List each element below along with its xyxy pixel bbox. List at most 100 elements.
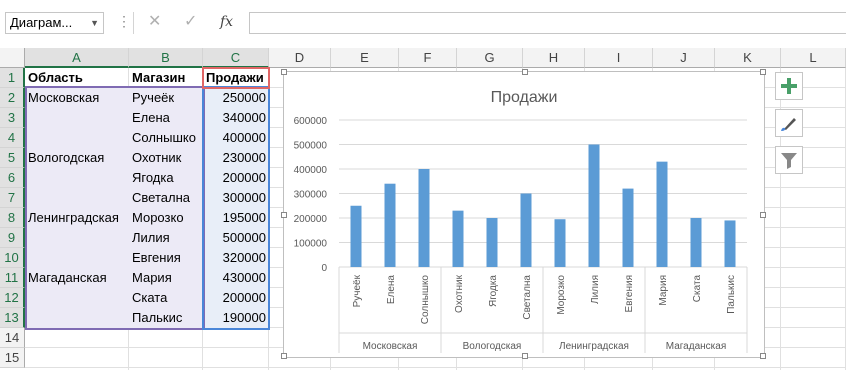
table-cell[interactable] — [25, 288, 129, 308]
table-cell[interactable]: 340000 — [203, 108, 269, 128]
table-cell[interactable]: 250000 — [203, 88, 269, 108]
header-cell[interactable]: Область — [25, 68, 129, 88]
table-cell[interactable]: Ягодка — [129, 168, 203, 188]
table-cell[interactable]: Елена — [129, 108, 203, 128]
column-header[interactable]: E — [331, 48, 399, 68]
column-header[interactable]: K — [715, 48, 781, 68]
table-cell[interactable]: 300000 — [203, 188, 269, 208]
table-cell[interactable]: 430000 — [203, 268, 269, 288]
table-cell[interactable]: Охотник — [129, 148, 203, 168]
chart-elements-button[interactable] — [775, 72, 803, 100]
resize-handle[interactable] — [760, 212, 766, 218]
table-cell[interactable]: 320000 — [203, 248, 269, 268]
resize-handle[interactable] — [760, 353, 766, 359]
table-cell[interactable]: Мария — [129, 268, 203, 288]
column-header[interactable]: I — [585, 48, 653, 68]
resize-handle[interactable] — [522, 69, 528, 75]
row-header[interactable]: 1 — [0, 68, 25, 88]
table-cell[interactable] — [25, 108, 129, 128]
y-tick-label: 200000 — [294, 214, 328, 225]
table-cell[interactable]: Евгения — [129, 248, 203, 268]
column-header[interactable]: C — [203, 48, 269, 68]
table-cell[interactable]: 200000 — [203, 288, 269, 308]
header-cell[interactable]: Продажи — [203, 68, 269, 88]
table-cell[interactable] — [25, 228, 129, 248]
table-cell[interactable]: Палькис — [129, 308, 203, 328]
row-header[interactable]: 11 — [0, 268, 25, 288]
table-cell[interactable]: Лилия — [129, 228, 203, 248]
table-cell[interactable] — [25, 168, 129, 188]
bar — [452, 210, 464, 267]
enter-icon[interactable]: ✓ — [184, 13, 197, 31]
plus-icon — [781, 78, 797, 94]
table-cell[interactable]: Вологодская — [25, 148, 129, 168]
insert-function-icon[interactable]: fx — [220, 13, 233, 31]
table-cell[interactable]: 230000 — [203, 148, 269, 168]
x-tick-label: Ската — [692, 275, 703, 303]
resize-handle[interactable] — [281, 353, 287, 359]
column-header[interactable]: H — [523, 48, 585, 68]
group-label: Ленинградская — [559, 341, 629, 352]
table-cell[interactable]: 500000 — [203, 228, 269, 248]
table-cell[interactable]: 400000 — [203, 128, 269, 148]
resize-handle[interactable] — [522, 353, 528, 359]
y-tick-label: 500000 — [294, 141, 328, 152]
table-cell[interactable] — [25, 308, 129, 328]
divider — [133, 12, 134, 34]
table-cell[interactable] — [25, 188, 129, 208]
table-cell[interactable]: Светална — [129, 188, 203, 208]
sales-chart[interactable]: Продажи 0 100000 200000 300000 400000 500000 60… — [281, 69, 766, 359]
row-header[interactable]: 14 — [0, 328, 25, 348]
bar — [520, 193, 532, 267]
table-cell[interactable] — [25, 128, 129, 148]
row-header[interactable]: 3 — [0, 108, 25, 128]
table-cell[interactable]: Московская — [25, 88, 129, 108]
row-header[interactable]: 8 — [0, 208, 25, 228]
column-header[interactable]: B — [129, 48, 203, 68]
table-cell[interactable] — [25, 248, 129, 268]
row-header[interactable]: 15 — [0, 348, 25, 368]
table-cell[interactable]: 195000 — [203, 208, 269, 228]
chart-styles-button[interactable] — [775, 109, 803, 137]
table-cell[interactable]: Ската — [129, 288, 203, 308]
bar — [350, 205, 362, 267]
row-header[interactable]: 6 — [0, 168, 25, 188]
x-tick-label: Солнышко — [420, 275, 431, 325]
cancel-icon[interactable]: ✕ — [148, 13, 161, 31]
row-header[interactable]: 12 — [0, 288, 25, 308]
row-header[interactable]: 13 — [0, 308, 25, 328]
brush-icon — [781, 118, 796, 131]
y-tick-label: 600000 — [294, 116, 328, 127]
resize-handle[interactable] — [281, 69, 287, 75]
table-cell[interactable]: Солнышко — [129, 128, 203, 148]
table-cell[interactable]: Ленинградская — [25, 208, 129, 228]
column-header[interactable]: L — [781, 48, 846, 68]
column-header[interactable]: G — [457, 48, 523, 68]
formula-input[interactable] — [249, 12, 846, 34]
table-cell[interactable]: Морозко — [129, 208, 203, 228]
table-cell[interactable]: 200000 — [203, 168, 269, 188]
column-header[interactable]: F — [399, 48, 457, 68]
column-header[interactable]: J — [653, 48, 715, 68]
table-cell[interactable]: Магаданская — [25, 268, 129, 288]
column-header[interactable]: A — [25, 48, 129, 68]
row-header[interactable]: 9 — [0, 228, 25, 248]
header-cell[interactable]: Магазин — [129, 68, 203, 88]
chevron-down-icon[interactable]: ▼ — [90, 13, 99, 33]
formula-bar: Диаграм... ▼ ⋮ ✕ ✓ fx — [0, 0, 846, 44]
resize-handle[interactable] — [281, 212, 287, 218]
x-tick-label: Ручеёк — [352, 274, 363, 307]
resize-handle[interactable] — [760, 69, 766, 75]
select-all-corner[interactable] — [0, 48, 25, 68]
name-box[interactable]: Диаграм... ▼ — [5, 12, 104, 34]
column-header[interactable]: D — [269, 48, 331, 68]
row-header[interactable]: 5 — [0, 148, 25, 168]
row-header[interactable]: 10 — [0, 248, 25, 268]
row-header[interactable]: 2 — [0, 88, 25, 108]
table-cell[interactable]: Ручеёк — [129, 88, 203, 108]
more-options-icon[interactable]: ⋮ — [117, 14, 131, 28]
row-header[interactable]: 4 — [0, 128, 25, 148]
table-cell[interactable]: 190000 — [203, 308, 269, 328]
row-header[interactable]: 7 — [0, 188, 25, 208]
chart-filters-button[interactable] — [775, 146, 803, 174]
